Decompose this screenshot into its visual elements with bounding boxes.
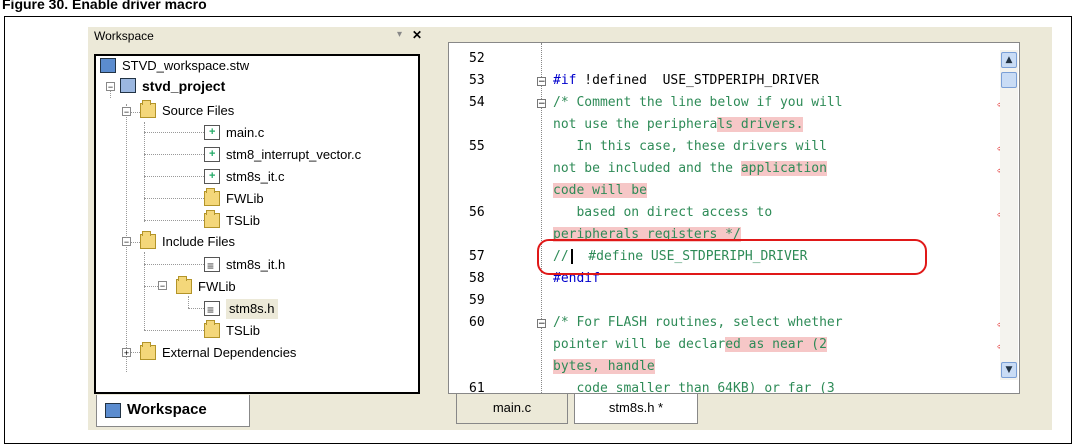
- h-file-icon: [204, 300, 220, 320]
- folder-icon: [204, 320, 220, 338]
- tree-item-label: main.c: [226, 125, 265, 140]
- code-text: not be included and the: [553, 161, 741, 176]
- code-highlight: application: [740, 161, 827, 176]
- line-number: 57: [469, 249, 485, 264]
- fold-gutter: [541, 43, 543, 393]
- workspace-icon: [100, 58, 116, 73]
- collapse-toggle[interactable]: −: [106, 82, 115, 92]
- scroll-thumb[interactable]: [1001, 72, 1017, 88]
- code-line-61: code smaller than 64KB) or far (3: [553, 381, 835, 394]
- c-file-icon: [204, 147, 220, 162]
- code-text: not use the periphera: [553, 117, 718, 132]
- line-number: 54: [469, 95, 485, 110]
- expand-toggle[interactable]: +: [122, 348, 131, 358]
- code-line-55-wrap: not be included and the application: [553, 161, 827, 176]
- tree-item-label: TSLib: [226, 323, 260, 338]
- code-text: !defined USE_STDPERIPH_DRIVER: [576, 73, 820, 88]
- h-file-icon: [204, 256, 220, 276]
- tree-item-label: stm8s_it.h: [226, 257, 286, 272]
- code-highlight: bytes, handle: [553, 359, 655, 374]
- code-keyword: #if: [553, 73, 577, 88]
- line-number: 53: [469, 73, 485, 88]
- scroll-up-icon[interactable]: ▲: [1001, 52, 1017, 68]
- panel-menu-icon[interactable]: ▾: [397, 29, 402, 40]
- line-number: 60: [469, 315, 485, 330]
- code-line-60-wrap2: bytes, handle: [553, 359, 655, 374]
- line-number: 58: [469, 271, 485, 286]
- workspace-tab-label: Workspace: [127, 401, 207, 418]
- collapse-toggle[interactable]: −: [122, 237, 131, 247]
- close-icon[interactable]: ✕: [412, 28, 422, 42]
- tree-item-label: External Dependencies: [162, 345, 297, 360]
- code-text: pointer will be declar: [553, 337, 726, 352]
- tree-item-label: stm8s_it.c: [226, 169, 285, 184]
- tree-item-label: stm8_interrupt_vector.c: [226, 147, 362, 162]
- code-line-53: #if !defined USE_STDPERIPH_DRIVER: [553, 73, 819, 88]
- tree-item-label: FWLib: [198, 279, 236, 294]
- folder-icon: [204, 210, 220, 228]
- folder-icon: [140, 342, 156, 360]
- fold-toggle[interactable]: −: [537, 319, 546, 329]
- folder-icon: [140, 231, 156, 249]
- tree-item-label: Include Files: [162, 234, 235, 249]
- line-number: 61: [469, 381, 485, 394]
- code-line-60-wrap: pointer will be declared as near (2: [553, 337, 827, 352]
- annotation-highlight-box: [537, 239, 927, 275]
- tab-main-c[interactable]: main.c: [456, 394, 568, 424]
- workspace-tab[interactable]: Workspace: [96, 395, 250, 427]
- line-number: 56: [469, 205, 485, 220]
- folder-icon: [204, 188, 220, 206]
- tree-item-label: TSLib: [226, 213, 260, 228]
- code-highlight: ls drivers.: [717, 117, 804, 132]
- collapse-toggle[interactable]: −: [158, 281, 167, 291]
- code-line-56: based on direct access to: [553, 205, 773, 220]
- tab-stm8s-h[interactable]: stm8s.h *: [574, 394, 698, 424]
- editor-tab-bar: main.c stm8s.h *: [448, 394, 1020, 428]
- c-file-icon: [204, 169, 220, 184]
- code-line-55-wrap2: code will be: [553, 183, 647, 198]
- line-number: 55: [469, 139, 485, 154]
- tree-item-label: FWLib: [226, 191, 264, 206]
- scroll-down-icon[interactable]: ▼: [1001, 362, 1017, 378]
- figure-caption: Figure 30. Enable driver macro: [2, 0, 207, 12]
- workspace-titlebar: Workspace ▾ ✕: [90, 28, 426, 44]
- code-highlight: code will be: [553, 183, 647, 198]
- folder-icon: [176, 276, 192, 294]
- line-number: 59: [469, 293, 485, 308]
- code-line-55: In this case, these drivers will: [553, 139, 827, 154]
- code-line-54-wrap: not use the peripherals drivers.: [553, 117, 804, 132]
- code-highlight: ed as near (2: [725, 337, 827, 352]
- c-file-icon: [204, 125, 220, 140]
- vertical-scrollbar[interactable]: ▲ ▼: [1000, 50, 1018, 380]
- tree-item-label: stm8s.h: [226, 299, 278, 319]
- fold-toggle[interactable]: −: [537, 99, 546, 109]
- workspace-icon: [105, 403, 121, 418]
- collapse-toggle[interactable]: −: [122, 107, 131, 117]
- tree-item-label: STVD_workspace.stw: [122, 58, 250, 73]
- fold-toggle[interactable]: −: [537, 77, 546, 87]
- workspace-title: Workspace: [94, 29, 154, 43]
- tree-item-label: Source Files: [162, 103, 235, 118]
- workspace-tree: STVD_workspace.stw − stvd_project − Sour…: [94, 54, 420, 394]
- code-line-60: /* For FLASH routines, select whether: [553, 315, 843, 330]
- tree-item-label: stvd_project: [142, 78, 226, 94]
- project-icon: [120, 78, 136, 93]
- code-editor[interactable]: 52 53 54 55 56 57 58 59 60 61 − − − #if …: [448, 42, 1020, 394]
- line-number: 52: [469, 51, 485, 66]
- folder-icon: [140, 100, 156, 118]
- code-line-54: /* Comment the line below if you will: [553, 95, 843, 110]
